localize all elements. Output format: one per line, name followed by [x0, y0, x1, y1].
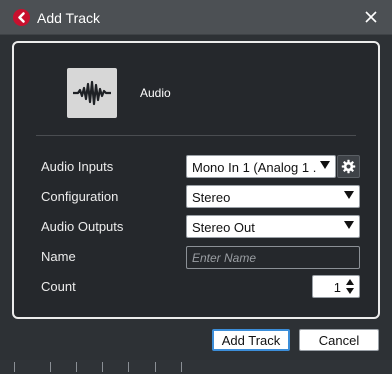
track-type-label: Audio	[140, 86, 171, 100]
increment-arrow-icon[interactable]	[346, 279, 354, 285]
audio-inputs-select[interactable]: Mono In 1 (Analog 1 .	[186, 155, 336, 178]
audio-outputs-value: Stereo Out	[192, 220, 255, 235]
audio-outputs-label: Audio Outputs	[41, 219, 124, 234]
background-ruler	[0, 360, 392, 374]
audio-inputs-label: Audio Inputs	[41, 159, 114, 174]
audio-outputs-select[interactable]: Stereo Out	[186, 215, 360, 238]
ruler-tick	[181, 362, 182, 372]
count-value: 1	[333, 280, 341, 295]
count-label: Count	[41, 279, 76, 294]
configuration-select[interactable]: Stereo	[186, 185, 360, 208]
gear-icon	[341, 159, 356, 174]
window-title: Add Track	[37, 10, 101, 26]
ruler-tick	[50, 362, 51, 372]
chevron-down-icon	[320, 161, 330, 169]
audio-waveform-icon[interactable]	[67, 68, 117, 118]
audio-inputs-value: Mono In 1 (Analog 1 .	[192, 160, 317, 175]
decrement-arrow-icon[interactable]	[346, 288, 354, 294]
close-icon	[365, 11, 377, 23]
input-settings-button[interactable]	[337, 155, 360, 178]
count-stepper[interactable]: 1	[312, 275, 360, 298]
ruler-tick	[128, 362, 129, 372]
divider	[36, 135, 356, 136]
add-track-panel: Audio Audio Inputs Mono In 1 (Analog 1 .…	[12, 41, 380, 319]
close-button[interactable]	[358, 5, 384, 29]
ruler-tick	[155, 362, 156, 372]
name-input[interactable]: Enter Name	[186, 246, 360, 269]
cubase-logo-icon	[13, 9, 30, 26]
title-bar: Add Track	[0, 0, 392, 35]
ruler-tick	[76, 362, 77, 372]
chevron-down-icon	[344, 221, 354, 229]
ruler-tick	[102, 362, 103, 372]
ruler-tick	[14, 362, 15, 372]
add-track-button[interactable]: Add Track	[212, 329, 290, 351]
cancel-button[interactable]: Cancel	[299, 329, 379, 351]
configuration-value: Stereo	[192, 190, 231, 205]
chevron-down-icon	[344, 191, 354, 199]
configuration-label: Configuration	[41, 189, 119, 204]
name-label: Name	[41, 249, 76, 264]
